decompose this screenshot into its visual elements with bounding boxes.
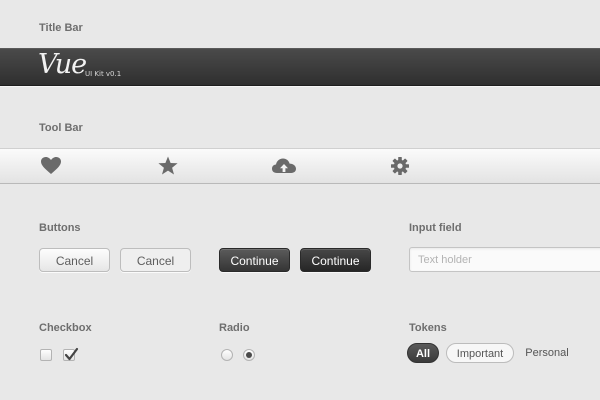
buttons-section-label: Buttons [39, 222, 81, 234]
radio-dot [246, 352, 252, 358]
token-important[interactable]: Important [446, 343, 514, 363]
checkbox-unchecked[interactable] [40, 349, 52, 361]
app-logo: Vue [38, 49, 87, 80]
title-bar-section-label: Title Bar [39, 22, 83, 34]
radio-unselected[interactable] [221, 349, 233, 361]
continue-button-pressed[interactable]: Continue [300, 248, 371, 272]
token-all[interactable]: All [407, 343, 439, 363]
continue-button[interactable]: Continue [219, 248, 290, 272]
cancel-button-pressed[interactable]: Cancel [120, 248, 191, 272]
input-field-section-label: Input field [409, 222, 462, 234]
checkbox-section-label: Checkbox [39, 322, 92, 334]
checkbox-checked[interactable] [63, 347, 79, 361]
radio-selected[interactable] [243, 349, 255, 361]
star-icon[interactable] [157, 156, 179, 176]
text-input[interactable] [409, 247, 600, 272]
tokens-section-label: Tokens [409, 322, 447, 334]
cancel-button[interactable]: Cancel [39, 248, 110, 272]
title-bar: Vue UI Kit v0.1 [0, 48, 600, 86]
radio-section-label: Radio [219, 322, 250, 334]
cloud-upload-icon[interactable] [271, 156, 297, 176]
token-personal[interactable]: Personal [519, 343, 575, 363]
tool-bar [0, 148, 600, 184]
gear-icon[interactable] [389, 156, 411, 176]
kit-version-label: UI Kit v0.1 [85, 70, 122, 78]
heart-icon[interactable] [40, 156, 62, 176]
tool-bar-section-label: Tool Bar [39, 122, 83, 134]
checkmark-icon [64, 347, 79, 361]
